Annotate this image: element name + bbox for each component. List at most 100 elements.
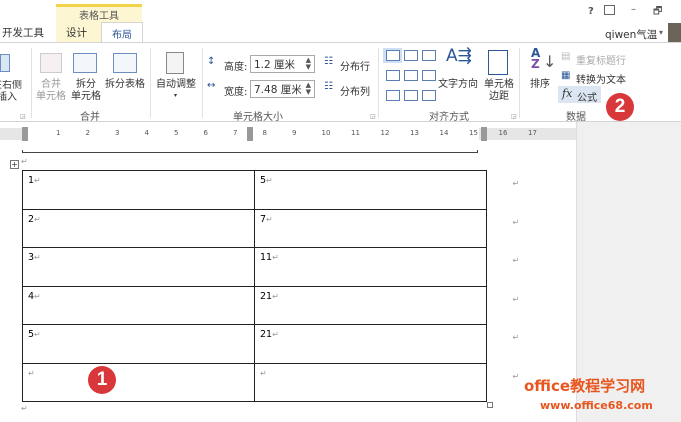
ruler-number: 17 (528, 129, 537, 137)
data-table: 1↵ 5↵ ↵ 2↵ 7↵ ↵ 3↵ 11↵ ↵ 4↵ 21↵ ↵ 5↵ 21↵ ↵ ↵ ↵ ↵ (22, 170, 519, 402)
insert-right-button[interactable]: 在右侧插入 (0, 80, 24, 104)
cell-mark: ↵ (28, 368, 35, 378)
cell-mark: ↵ (272, 330, 279, 339)
minimize-button[interactable]: – (631, 4, 636, 15)
convert-to-text-button[interactable]: 转换为文本 (576, 71, 626, 86)
width-spinner[interactable]: ▲ ▼ (306, 82, 311, 96)
left-indent-marker[interactable] (22, 127, 28, 141)
watermark-name: office教程学习网 (524, 377, 646, 395)
table-cell[interactable]: 5↵ (22, 324, 255, 364)
table-cell[interactable]: 4↵ (22, 285, 255, 325)
height-input[interactable]: 1.2 厘米 ▲ ▼ (250, 55, 315, 73)
cell-value: 11 (260, 252, 273, 263)
autofit-button[interactable]: 自动调整 (153, 79, 199, 91)
split-table-icon (113, 53, 137, 73)
align-top-left-icon[interactable] (386, 50, 400, 61)
table-cell[interactable]: 5↵ ↵ (254, 170, 519, 210)
cell-mark: ↵ (34, 176, 41, 185)
align-bottom-left-icon[interactable] (386, 90, 400, 101)
ruler-number: 16 (498, 129, 508, 137)
row-end-mark: ↵ (512, 179, 520, 188)
group-alignment-label: 对齐方式 (429, 112, 469, 123)
distribute-columns-button[interactable]: 分布列 (340, 83, 370, 98)
height-icon: ↕ (207, 56, 216, 67)
align-top-right-icon[interactable] (422, 50, 436, 61)
table-cell[interactable]: 1↵ (22, 170, 255, 210)
height-spinner[interactable]: ▲ ▼ (306, 57, 311, 71)
tab-design[interactable]: 设计 (66, 25, 87, 40)
align-bottom-right-icon[interactable] (422, 90, 436, 101)
row-end-mark: ↵ (512, 256, 520, 265)
autofit-icon (166, 52, 184, 74)
alignment-launcher-icon[interactable]: ◲ (511, 113, 517, 120)
cell-mark: ↵ (260, 368, 267, 378)
split-table-button[interactable]: 拆分表格 (103, 79, 147, 91)
split-cells-label-2[interactable]: 单元格 (69, 91, 103, 103)
ruler-number: 3 (115, 129, 120, 137)
user-dropdown-icon[interactable]: ▾ (659, 28, 663, 37)
cell-margins-label-1[interactable]: 单元格 (482, 79, 516, 91)
table-row: 4↵ 21↵ ↵ (22, 285, 519, 325)
height-value: 1.2 厘米 (254, 59, 296, 71)
ruler-number: 13 (410, 129, 419, 137)
ribbon-display-options-icon[interactable] (604, 5, 615, 15)
dialog-launcher-icon[interactable]: ◲ (20, 113, 26, 120)
table-resize-handle[interactable] (487, 402, 493, 408)
cell-size-launcher-icon[interactable]: ◲ (370, 113, 376, 120)
annotation-step-2: 2 (606, 93, 634, 121)
cell-mark: ↵ (34, 253, 41, 262)
autofit-dropdown-icon[interactable]: ▾ (174, 92, 177, 99)
align-middle-center-icon[interactable] (404, 70, 418, 81)
align-bottom-center-icon[interactable] (404, 90, 418, 101)
annotation-step-1: 1 (88, 366, 116, 394)
cell-margins-label-2[interactable]: 边距 (482, 91, 516, 103)
ruler-number: 4 (144, 129, 149, 137)
insert-right-icon (0, 54, 10, 72)
text-direction-button[interactable]: 文字方向 (438, 79, 478, 91)
help-button[interactable]: ? (588, 6, 594, 17)
ruler-number: 10 (321, 129, 331, 137)
table-cell[interactable]: 7↵ ↵ (254, 208, 519, 248)
table-row: 1↵ 5↵ ↵ (22, 170, 519, 210)
table-cell[interactable]: ↵ ↵ (254, 362, 519, 402)
avatar[interactable] (668, 23, 681, 42)
table-move-handle-icon[interactable]: + (10, 160, 19, 169)
cell-mark: ↵ (272, 253, 279, 262)
group-cell-size-label: 单元格大小 (233, 112, 283, 123)
table-row: 2↵ 7↵ ↵ (22, 208, 519, 248)
convert-to-text-icon: ▦ (561, 70, 571, 81)
formula-label: 公式 (577, 93, 597, 104)
width-input[interactable]: 7.48 厘米 ▲ ▼ (250, 80, 315, 98)
align-middle-right-icon[interactable] (422, 70, 436, 81)
tab-developer[interactable]: 开发工具 (2, 25, 44, 40)
paragraph-mark-end: ↵ (21, 404, 28, 413)
column-marker[interactable] (247, 127, 253, 141)
ruler-number: 1 (56, 129, 61, 137)
table-cell[interactable]: 21↵ ↵ (254, 285, 519, 325)
table-cell[interactable]: 3↵ (22, 247, 255, 287)
width-label: 宽度: (224, 87, 248, 98)
table-cell[interactable]: ↵ (22, 362, 255, 402)
align-middle-left-icon[interactable] (386, 70, 400, 81)
contextual-tab-label: 表格工具 (79, 11, 119, 22)
table-cell[interactable]: 21↵ ↵ (254, 324, 519, 364)
restore-button[interactable]: 🗗 (653, 4, 662, 21)
group-data-label: 数据 (566, 112, 586, 123)
ruler-number: 2 (85, 129, 90, 137)
split-cells-label-1[interactable]: 拆分 (69, 79, 103, 91)
table-cell[interactable]: 11↵ ↵ (254, 247, 519, 287)
text-direction-icon: A⇶ (446, 46, 472, 66)
merge-cells-button[interactable]: 合并 单元格 (35, 79, 67, 103)
distribute-rows-button[interactable]: 分布行 (340, 58, 370, 73)
tab-layout[interactable]: 布局 (101, 22, 143, 43)
merge-cells-icon (40, 53, 62, 73)
repeat-header-button[interactable]: 重复标题行 (576, 52, 626, 67)
sort-button[interactable]: 排序 (530, 79, 550, 91)
ruler-number: 6 (203, 129, 208, 137)
ruler-number: 8 (262, 129, 267, 137)
user-name[interactable]: qiwen气温 (605, 27, 657, 42)
right-column-marker[interactable] (481, 127, 487, 141)
table-cell[interactable]: 2↵ (22, 208, 255, 248)
align-top-center-icon[interactable] (404, 50, 418, 61)
ruler-number: 9 (292, 129, 297, 137)
